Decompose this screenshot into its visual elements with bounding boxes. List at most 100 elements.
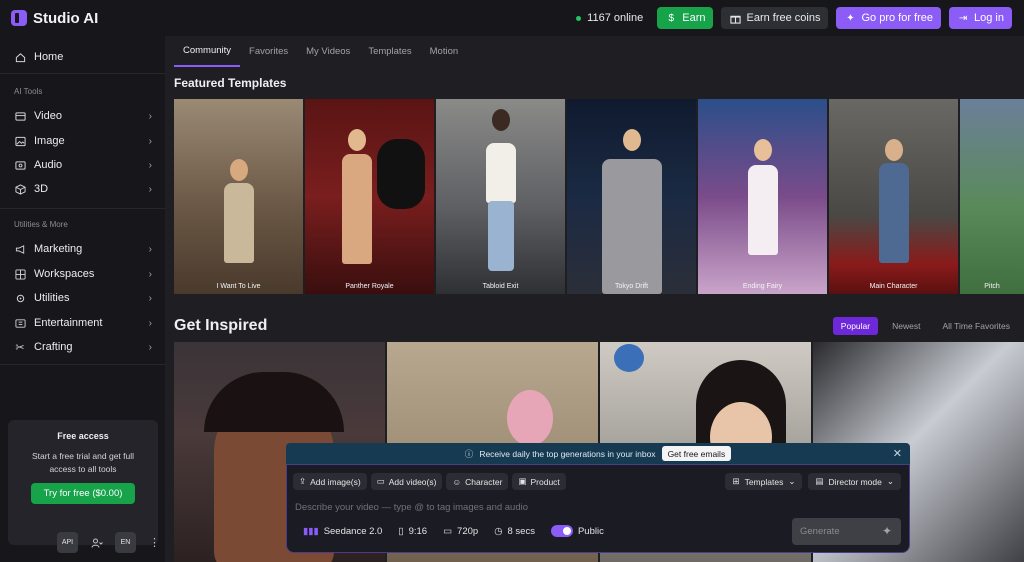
generate-label: Generate: [800, 526, 840, 537]
duration-selector[interactable]: ◷ 8 secs: [494, 526, 535, 537]
go-pro-label: Go pro for free: [861, 12, 934, 24]
sidebar-item-label: Audio: [34, 159, 63, 171]
resolution-selector[interactable]: ▭ 720p: [443, 526, 478, 537]
template-label: I Want To Live: [216, 283, 261, 290]
toggle-switch[interactable]: [550, 525, 573, 537]
close-icon[interactable]: ✕: [893, 447, 902, 460]
sidebar-item-marketing[interactable]: Marketing ›: [8, 238, 158, 260]
tab-favorites[interactable]: Favorites: [240, 36, 297, 67]
add-videos-button[interactable]: ▭ Add video(s): [370, 473, 443, 490]
template-card[interactable]: I Want To Live: [174, 99, 303, 294]
thumbnail-figure: [601, 159, 662, 294]
monitor-icon: ▭: [443, 525, 453, 537]
sidebar-item-image[interactable]: Image ›: [8, 130, 158, 152]
language-button[interactable]: EN: [115, 532, 136, 553]
earn-coins-label: Earn free coins: [746, 12, 821, 24]
aspect-selector[interactable]: ▯ 9:16: [398, 526, 427, 537]
ai-tools-label: AI Tools: [14, 87, 43, 96]
online-indicator: 1167 online: [576, 12, 643, 24]
thumbnail-figure: [223, 183, 254, 263]
megaphone-icon: [14, 243, 26, 255]
sidebar: Home AI Tools Video › Image › Audio › 3D…: [0, 36, 165, 562]
info-icon: ⓘ: [464, 448, 474, 459]
template-card[interactable]: Tokyo Drift: [567, 99, 696, 294]
director-mode-dropdown[interactable]: ▤ Director mode ⌄: [808, 473, 901, 490]
clock-icon: ◷: [494, 525, 503, 537]
sidebar-item-utilities[interactable]: Utilities ›: [8, 287, 158, 309]
try-free-button[interactable]: Try for free ($0.00): [31, 483, 135, 504]
template-label: Tokyo Drift: [614, 283, 649, 290]
visibility-toggle[interactable]: Public: [550, 525, 604, 537]
login-button[interactable]: ⇥ Log in: [949, 7, 1012, 29]
equalizer-icon: ▮▮▮: [303, 525, 319, 537]
more-vertical-icon[interactable]: ⋮: [144, 532, 165, 553]
prompt-input[interactable]: [295, 500, 755, 514]
wrench-icon: [14, 292, 26, 304]
model-selector[interactable]: ▮▮▮ Seedance 2.0: [303, 526, 382, 537]
panther-shape: [377, 139, 425, 209]
product-button[interactable]: ▣ Product: [512, 473, 566, 490]
thumbnail-figure: [884, 139, 903, 161]
sidebar-item-home[interactable]: Home: [8, 46, 158, 68]
sort-newest[interactable]: Newest: [884, 317, 928, 335]
scissors-icon: ✂: [15, 341, 25, 354]
template-card[interactable]: Tabloid Exit: [436, 99, 565, 294]
model-label: Seedance 2.0: [323, 525, 383, 537]
sidebar-item-video[interactable]: Video ›: [8, 105, 158, 127]
aspect-label: 9:16: [408, 525, 428, 537]
magic-wand-icon: ✦: [846, 12, 855, 24]
audio-icon: [14, 159, 26, 171]
chevron-right-icon: ›: [148, 292, 152, 304]
api-button[interactable]: API: [57, 532, 78, 553]
earn-coins-button[interactable]: Earn free coins: [721, 7, 829, 29]
app-name: Studio AI: [33, 9, 99, 27]
sidebar-item-label: Marketing: [34, 243, 83, 255]
template-card[interactable]: Pitch: [960, 99, 1024, 294]
add-videos-label: Add video(s): [388, 476, 437, 487]
logo[interactable]: Studio AI: [11, 10, 98, 27]
thumbnail-figure: [622, 129, 641, 151]
promo-text: Start a free trial and get full access t…: [31, 451, 135, 474]
character-label: Character: [465, 476, 503, 487]
featured-templates-title: Featured Templates: [174, 76, 287, 90]
character-button[interactable]: ☺ Character: [446, 473, 509, 490]
sort-popular[interactable]: Popular: [832, 317, 879, 335]
templates-dropdown[interactable]: ⊞ Templates ⌄: [725, 473, 803, 490]
sidebar-item-3d[interactable]: 3D ›: [8, 178, 158, 200]
sidebar-item-label: Home: [34, 51, 64, 63]
chevron-right-icon: ›: [148, 183, 152, 195]
template-card[interactable]: Ending Fairy: [698, 99, 827, 294]
template-label: Pitch: [984, 283, 1000, 290]
sort-all-time-favorites[interactable]: All Time Favorites: [934, 317, 1018, 335]
featured-templates-row: I Want To Live Panther Royale Tabloid Ex…: [174, 99, 1024, 294]
tab-templates[interactable]: Templates: [359, 36, 420, 67]
sidebar-item-workspaces[interactable]: Workspaces ›: [8, 263, 158, 285]
templates-label: Templates: [744, 476, 784, 487]
sidebar-item-label: Entertainment: [34, 317, 103, 329]
sidebar-item-label: Utilities: [34, 292, 70, 304]
sidebar-item-entertainment[interactable]: Entertainment ›: [8, 312, 158, 334]
sparkle-icon: ✦: [881, 524, 892, 538]
user-group-icon[interactable]: [86, 532, 107, 553]
utilities-label: Utilities & More: [14, 220, 68, 229]
video-icon: [14, 110, 26, 122]
chevron-right-icon: ›: [148, 243, 152, 255]
chevron-right-icon: ›: [148, 110, 152, 122]
attachment-buttons: ⇪ Add image(s) ▭ Add video(s) ☺ Characte…: [293, 473, 566, 490]
earn-button[interactable]: $ Earn: [657, 7, 714, 29]
tab-community[interactable]: Community: [174, 36, 241, 67]
template-label: Main Character: [869, 283, 918, 290]
tab-motion[interactable]: Motion: [421, 36, 468, 67]
sidebar-item-audio[interactable]: Audio ›: [8, 154, 158, 176]
chevron-down-icon: ⌄: [788, 476, 796, 486]
go-pro-button[interactable]: ✦ Go pro for free: [836, 7, 942, 29]
get-free-emails-button[interactable]: Get free emails: [661, 446, 732, 461]
template-card[interactable]: Panther Royale: [305, 99, 434, 294]
sidebar-item-crafting[interactable]: ✂ Crafting ›: [8, 336, 158, 358]
tab-my-videos[interactable]: My Videos: [297, 36, 359, 67]
template-card[interactable]: Main Character: [829, 99, 958, 294]
add-images-button[interactable]: ⇪ Add image(s): [293, 473, 367, 490]
thumbnail-figure: [491, 109, 510, 131]
content-tabs: Community Favorites My Videos Templates …: [174, 36, 467, 67]
generate-button[interactable]: Generate ✦: [792, 518, 901, 545]
